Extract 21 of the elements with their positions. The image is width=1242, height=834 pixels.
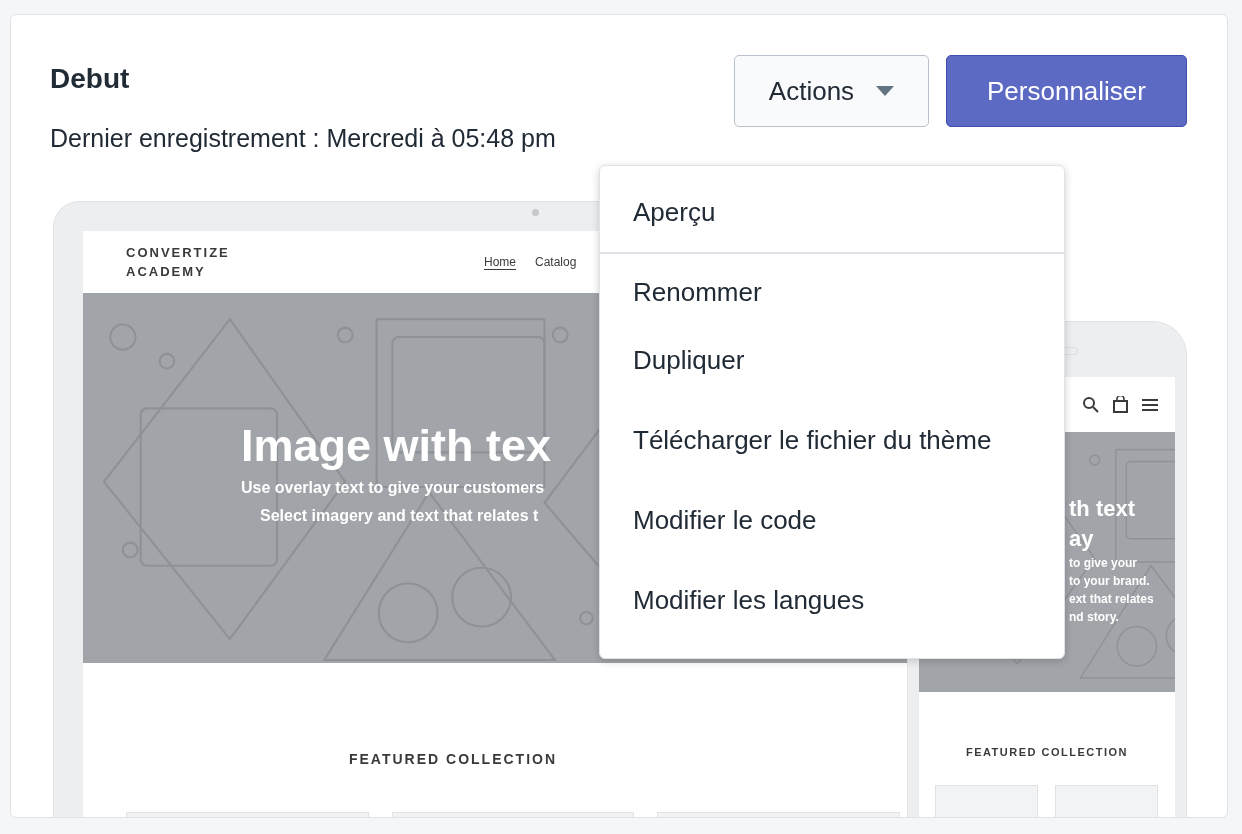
search-icon (1082, 396, 1099, 413)
section-heading: FEATURED COLLECTION (348, 750, 558, 769)
hero-text: ext that relates (1069, 591, 1154, 608)
nav-link[interactable]: Catalog (535, 253, 577, 271)
nav-link[interactable]: Home (484, 253, 516, 271)
caret-icon (876, 86, 895, 96)
hero-text: nd story. (1069, 609, 1119, 626)
actions-button[interactable]: Actions (734, 55, 929, 127)
menu-item[interactable]: Aperçu (600, 184, 1064, 240)
hero-title: ay (1069, 525, 1094, 553)
camera-icon (532, 209, 539, 216)
bag-icon (1113, 396, 1128, 413)
section-heading: FEATURED COLLECTION (965, 745, 1129, 760)
customize-button[interactable]: Personnaliser (946, 55, 1187, 127)
menu-icon (1142, 397, 1158, 412)
hero-text: to give your (1069, 555, 1137, 572)
hero-title: th text (1069, 495, 1135, 523)
theme-title: Debut (50, 62, 131, 96)
store-logo: CONVERTIZE ACADEMY (126, 244, 231, 281)
hero-text: to your brand. (1069, 573, 1150, 590)
last-saved-text: Dernier enregistrement : Mercredi à 05:48 pm (50, 123, 556, 154)
